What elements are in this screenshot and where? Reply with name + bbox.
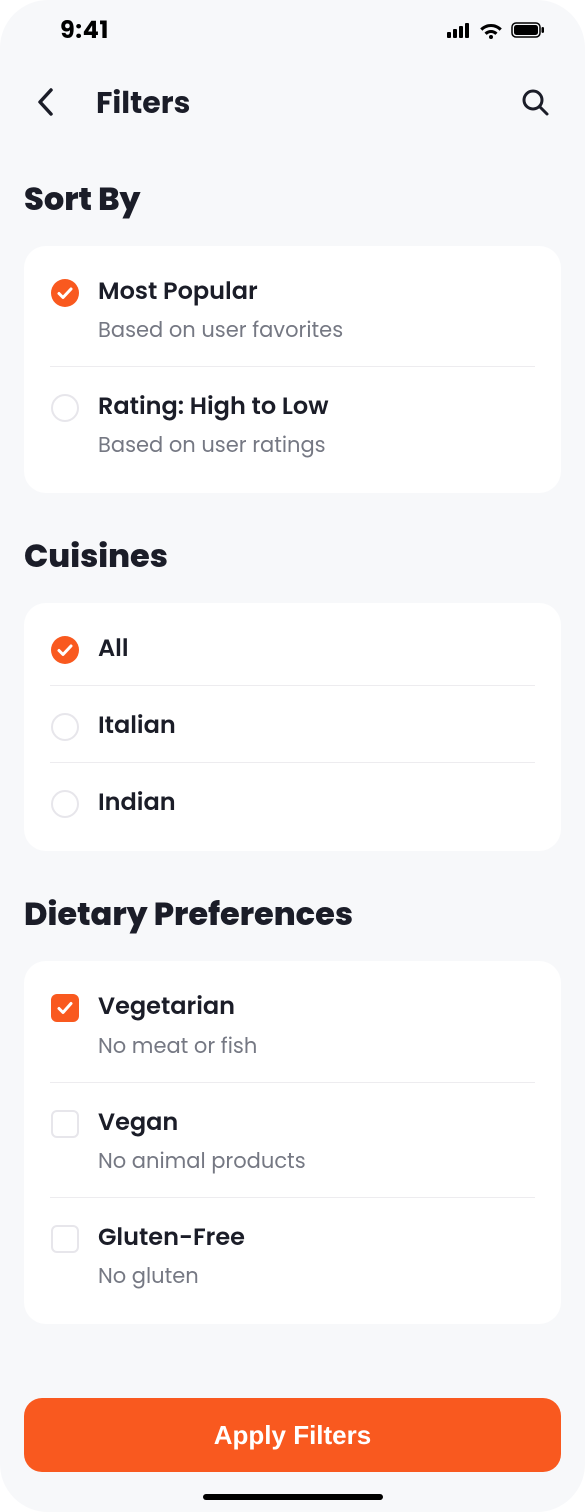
option-label: Most Popular <box>98 276 535 307</box>
option-text: Rating: High to Low Based on user rating… <box>98 391 535 461</box>
dietary-option-vegan[interactable]: Vegan No animal products <box>50 1082 535 1185</box>
sort-card: Most Popular Based on user favorites Rat… <box>24 246 561 493</box>
option-text: Vegan No animal products <box>98 1107 535 1177</box>
device-frame: 9:41 Filters Sort By <box>0 0 585 1512</box>
checkbox-unchecked-icon <box>51 1225 79 1253</box>
chevron-left-icon <box>35 87 57 120</box>
radio-control <box>50 712 80 742</box>
radio-control <box>50 789 80 819</box>
status-icons <box>447 21 545 39</box>
option-text: Vegetarian No meat or fish <box>98 991 535 1061</box>
option-text: Gluten-Free No gluten <box>98 1222 535 1292</box>
checkbox-unchecked-icon <box>51 1110 79 1138</box>
option-sublabel: No gluten <box>98 1261 535 1292</box>
radio-control <box>50 393 80 423</box>
cuisine-option-italian[interactable]: Italian <box>50 685 535 750</box>
back-button[interactable] <box>24 81 68 125</box>
cellular-icon <box>447 22 471 38</box>
dietary-option-vegetarian[interactable]: Vegetarian No meat or fish <box>50 985 535 1069</box>
cuisines-card: All Italian Indian <box>24 603 561 851</box>
section-title-dietary: Dietary Preferences <box>24 891 561 939</box>
status-time: 9:41 <box>60 13 109 48</box>
top-nav: Filters <box>0 60 585 146</box>
radio-checked-icon <box>51 279 79 307</box>
search-icon <box>520 87 550 120</box>
radio-control <box>50 278 80 308</box>
option-label: Vegan <box>98 1107 535 1138</box>
wifi-icon <box>479 21 503 39</box>
option-label: Gluten-Free <box>98 1222 535 1253</box>
option-sublabel: No animal products <box>98 1146 535 1177</box>
option-text: All <box>98 633 535 664</box>
radio-unchecked-icon <box>51 713 79 741</box>
home-indicator <box>203 1494 383 1500</box>
page-title: Filters <box>96 80 485 126</box>
checkbox-control <box>50 993 80 1023</box>
sort-option-rating[interactable]: Rating: High to Low Based on user rating… <box>50 366 535 469</box>
radio-unchecked-icon <box>51 394 79 422</box>
radio-checked-icon <box>51 636 79 664</box>
cuisine-option-indian[interactable]: Indian <box>50 762 535 827</box>
option-label: Italian <box>98 710 535 741</box>
option-sublabel: Based on user favorites <box>98 315 535 346</box>
section-title-cuisines: Cuisines <box>24 533 561 581</box>
option-label: Indian <box>98 787 535 818</box>
apply-filters-button[interactable]: Apply Filters <box>24 1398 561 1472</box>
content-scroll[interactable]: Sort By Most Popular Based on user favor… <box>0 146 585 1398</box>
checkbox-control <box>50 1109 80 1139</box>
option-label: Vegetarian <box>98 991 535 1022</box>
option-label: Rating: High to Low <box>98 391 535 422</box>
dietary-option-gluten-free[interactable]: Gluten-Free No gluten <box>50 1197 535 1300</box>
option-sublabel: No meat or fish <box>98 1031 535 1062</box>
radio-control <box>50 635 80 665</box>
battery-icon <box>511 22 545 38</box>
option-text: Italian <box>98 710 535 741</box>
option-label: All <box>98 633 535 664</box>
checkbox-control <box>50 1224 80 1254</box>
cuisine-option-all[interactable]: All <box>50 627 535 673</box>
section-title-sort: Sort By <box>24 176 561 224</box>
radio-unchecked-icon <box>51 790 79 818</box>
option-text: Most Popular Based on user favorites <box>98 276 535 346</box>
option-text: Indian <box>98 787 535 818</box>
option-sublabel: Based on user ratings <box>98 430 535 461</box>
sort-option-most-popular[interactable]: Most Popular Based on user favorites <box>50 270 535 354</box>
checkbox-checked-icon <box>51 994 79 1022</box>
status-bar: 9:41 <box>0 0 585 60</box>
search-button[interactable] <box>513 81 557 125</box>
dietary-card: Vegetarian No meat or fish Vegan No anim… <box>24 961 561 1324</box>
